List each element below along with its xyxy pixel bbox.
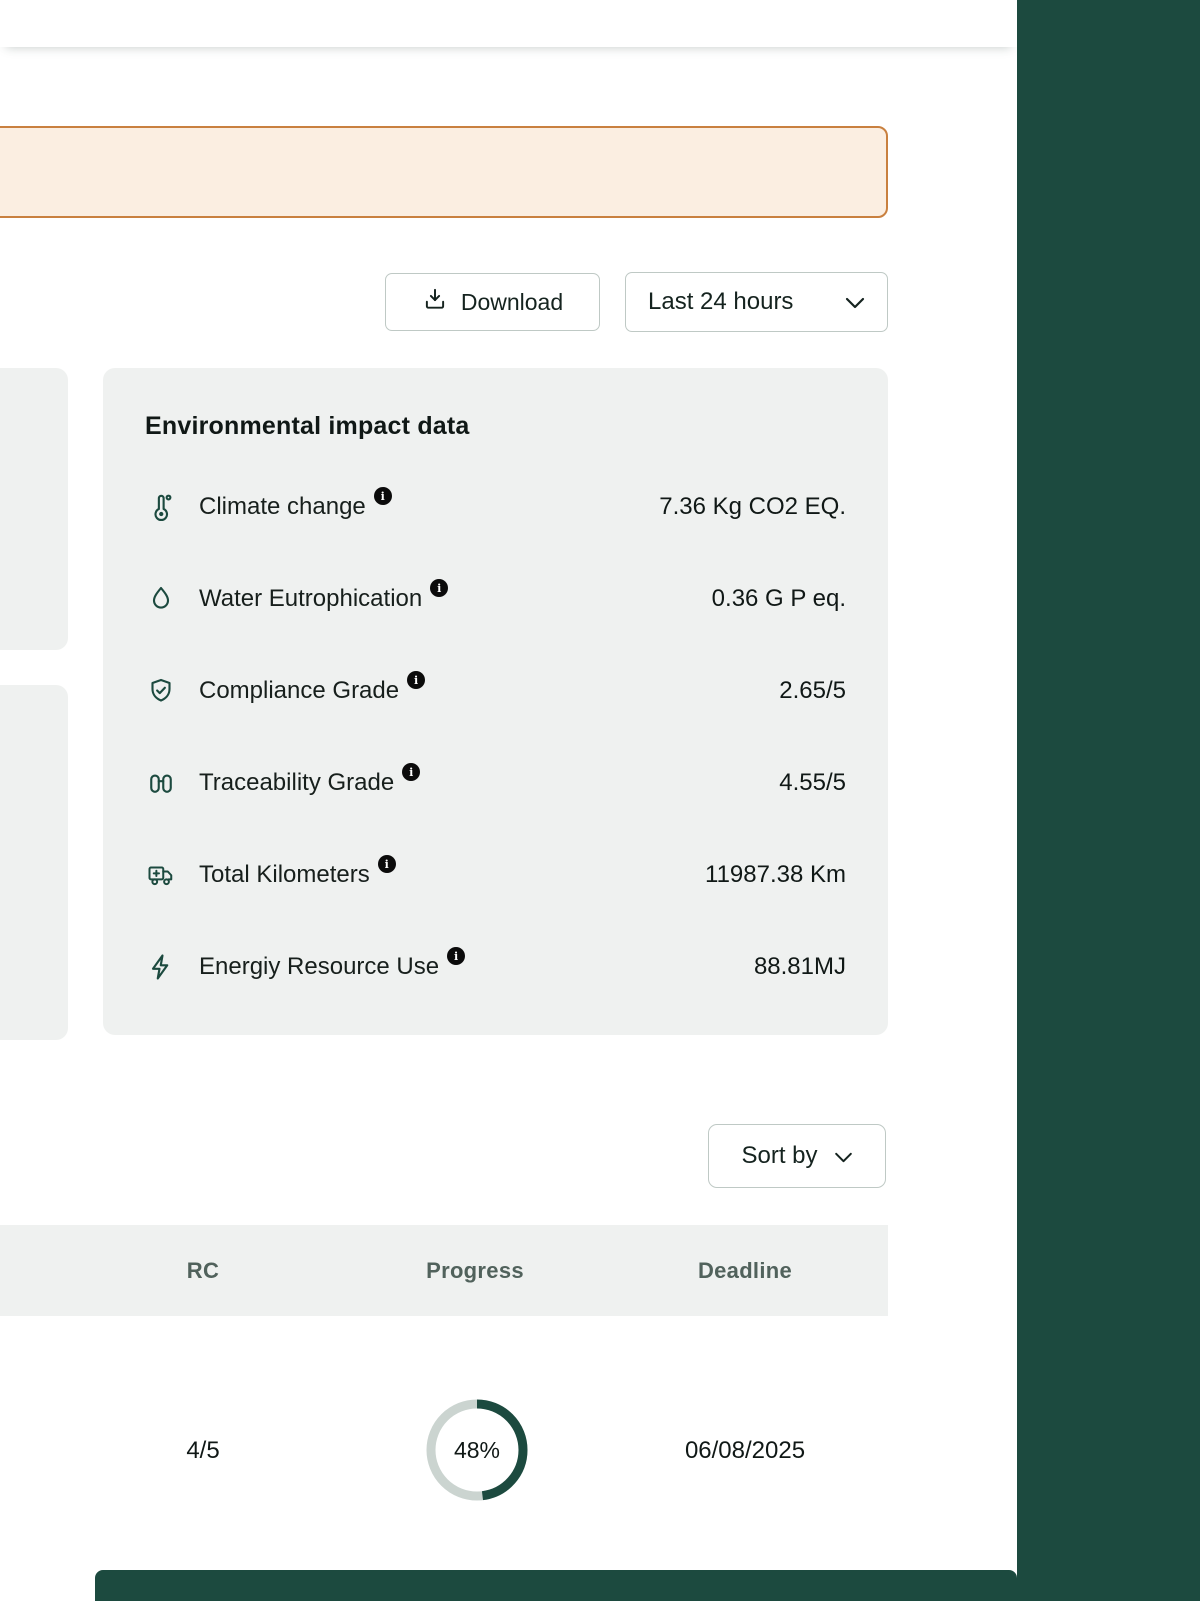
impact-row-compliance: Compliance Grade i 2.65/5 xyxy=(145,645,846,737)
impact-label: Climate change xyxy=(199,493,366,520)
info-icon[interactable]: i xyxy=(377,855,396,873)
impact-row-kilometers: Total Kilometers i 11987.38 Km xyxy=(145,829,846,921)
progress-label: 48% xyxy=(453,1436,501,1463)
sort-by-label: Sort by xyxy=(741,1142,818,1169)
impact-row-energy: Energiy Resource Use i 88.81MJ xyxy=(145,921,846,1013)
truck-icon xyxy=(145,859,177,891)
environmental-impact-panel: Environmental impact data Climate change… xyxy=(103,368,888,1035)
chevron-down-icon xyxy=(845,288,865,316)
column-header-progress: Progress xyxy=(426,1258,524,1283)
info-icon[interactable]: i xyxy=(430,579,449,597)
download-button[interactable]: Download xyxy=(385,273,600,331)
notice-banner xyxy=(0,126,888,218)
impact-row-traceability: Traceability Grade i 4.55/5 xyxy=(145,737,846,829)
column-header-deadline: Deadline xyxy=(697,1258,793,1283)
column-header-rc: RC xyxy=(186,1258,220,1283)
progress-ring: 48% xyxy=(425,1398,529,1502)
water-drop-icon xyxy=(145,583,177,615)
cell-rc: 4/5 xyxy=(186,1437,220,1464)
sort-by-dropdown[interactable]: Sort by xyxy=(708,1124,886,1188)
thermometer-icon xyxy=(145,491,177,523)
download-icon xyxy=(422,286,448,318)
info-icon[interactable]: i xyxy=(407,671,426,689)
dashboard-page: Download Last 24 hours Environmental imp… xyxy=(0,0,1200,1601)
impact-value: 4.55/5 xyxy=(779,769,846,796)
impact-row-water: Water Eutrophication i 0.36 G P eq. xyxy=(145,553,846,645)
cell-deadline: 06/08/2025 xyxy=(684,1437,806,1464)
partial-card-left-bottom xyxy=(0,685,68,1040)
chevron-down-icon xyxy=(834,1142,853,1170)
info-icon[interactable]: i xyxy=(373,487,392,505)
impact-label: Total Kilometers xyxy=(199,861,370,888)
top-header-bar xyxy=(0,0,1017,47)
time-range-value: Last 24 hours xyxy=(648,288,794,315)
impact-value: 7.36 Kg CO2 EQ. xyxy=(659,493,846,520)
panel-title: Environmental impact data xyxy=(145,412,470,440)
bottom-panel xyxy=(95,1570,1017,1601)
right-sidebar xyxy=(1017,0,1200,1601)
impact-label: Traceability Grade xyxy=(199,769,395,796)
impact-value: 0.36 G P eq. xyxy=(711,585,846,612)
impact-row-climate: Climate change i 7.36 Kg CO2 EQ. xyxy=(145,461,846,553)
download-label: Download xyxy=(460,288,564,315)
shield-check-icon xyxy=(145,675,177,707)
impact-value: 88.81MJ xyxy=(753,953,846,980)
info-icon[interactable]: i xyxy=(402,763,421,781)
info-icon[interactable]: i xyxy=(447,947,466,965)
binoculars-icon xyxy=(145,767,177,799)
lightning-icon xyxy=(145,951,177,983)
time-range-dropdown[interactable]: Last 24 hours xyxy=(625,272,888,332)
impact-value: 2.65/5 xyxy=(779,677,846,704)
impact-label: Energiy Resource Use xyxy=(199,953,440,980)
impact-label: Water Eutrophication xyxy=(199,585,423,612)
impact-label: Compliance Grade xyxy=(199,677,400,704)
partial-card-left-top xyxy=(0,368,68,650)
impact-value: 11987.38 Km xyxy=(705,861,846,888)
